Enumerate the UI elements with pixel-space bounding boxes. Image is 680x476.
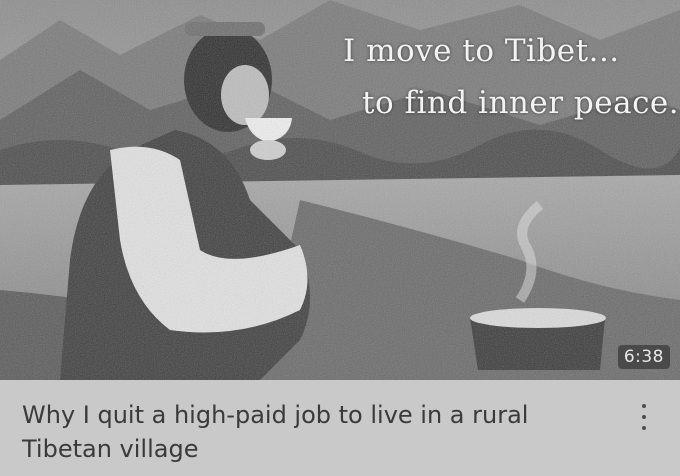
video-thumbnail[interactable]: I move to Tibet... to find inner peace. … xyxy=(0,0,680,380)
video-title[interactable]: Why I quit a high-paid job to live in a … xyxy=(22,398,582,466)
menu-dot xyxy=(642,426,646,430)
menu-dot xyxy=(642,415,646,419)
thumbnail-caption-line-1: I move to Tibet... xyxy=(343,33,620,69)
menu-dot xyxy=(642,404,646,408)
duration-badge: 6:38 xyxy=(617,345,670,369)
video-details: Why I quit a high-paid job to live in a … xyxy=(0,380,680,476)
thumbnail-caption-line-2: to find inner peace. xyxy=(362,85,680,121)
video-card[interactable]: I move to Tibet... to find inner peace. … xyxy=(0,0,680,476)
more-vertical-icon[interactable] xyxy=(634,402,654,432)
